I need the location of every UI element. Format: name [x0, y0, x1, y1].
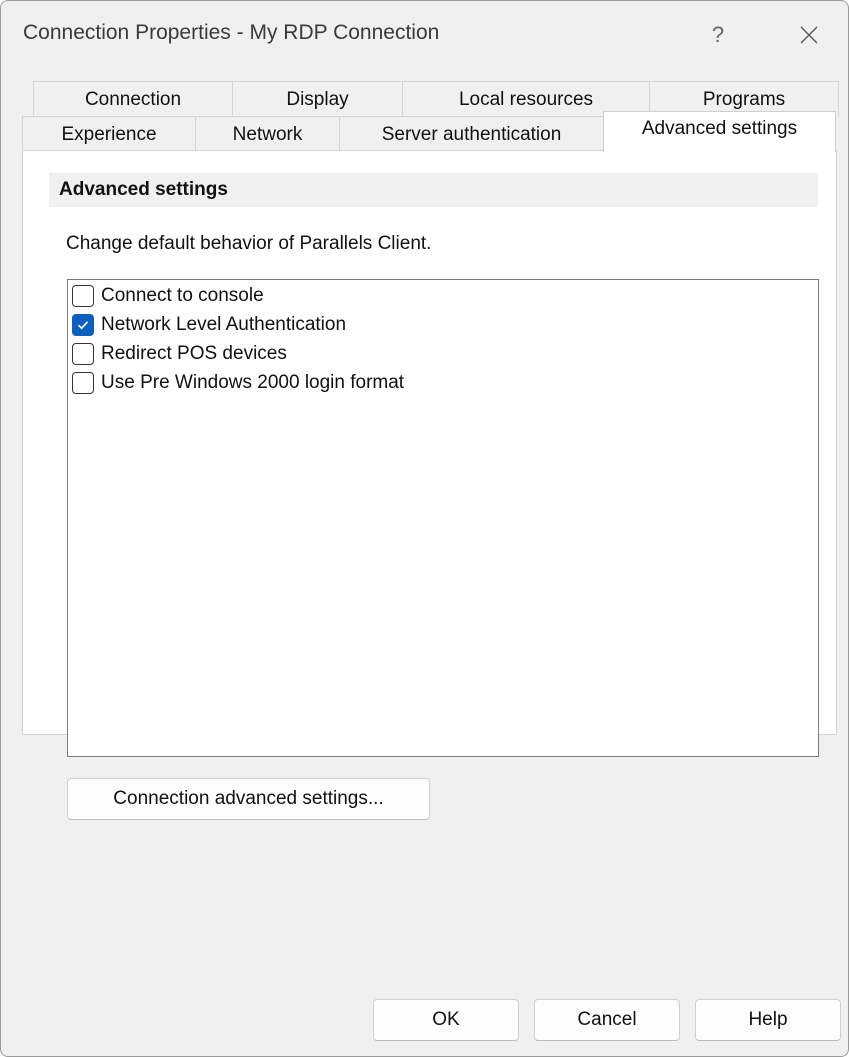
option-redirect-pos-devices[interactable]: Redirect POS devices	[72, 340, 287, 368]
close-icon	[800, 26, 818, 44]
help-title-button[interactable]: ?	[691, 7, 745, 63]
close-button[interactable]	[782, 7, 836, 63]
cancel-button[interactable]: Cancel	[534, 999, 680, 1041]
option-network-level-authentication[interactable]: Network Level Authentication	[72, 311, 346, 339]
tab-advanced-settings[interactable]: Advanced settings	[603, 111, 836, 152]
option-connect-to-console[interactable]: Connect to console	[72, 282, 264, 310]
tab-panel-advanced-settings: Advanced settings Change default behavio…	[22, 150, 837, 820]
title-bar: Connection Properties - My RDP Connectio…	[1, 1, 848, 71]
ok-button[interactable]: OK	[373, 999, 519, 1041]
group-title: Advanced settings	[59, 179, 228, 200]
window-title: Connection Properties - My RDP Connectio…	[23, 21, 440, 44]
option-label: Use Pre Windows 2000 login format	[101, 372, 405, 393]
option-label: Connect to console	[101, 285, 264, 306]
description-text: Change default behavior of Parallels Cli…	[66, 233, 432, 254]
checkmark-icon	[77, 321, 89, 330]
dialog-window: Connection Properties - My RDP Connectio…	[0, 0, 849, 1057]
option-label: Network Level Authentication	[101, 314, 347, 335]
option-pre-windows-2000-login[interactable]: Use Pre Windows 2000 login format	[72, 369, 404, 397]
tab-label: Server authentication	[381, 124, 562, 145]
question-icon: ?	[711, 22, 725, 47]
help-button[interactable]: Help	[695, 999, 841, 1041]
option-label: Redirect POS devices	[101, 343, 287, 364]
tab-connection[interactable]: Connection	[33, 81, 233, 117]
tab-label: Local resources	[458, 89, 594, 110]
tab-label: Experience	[61, 124, 157, 145]
tab-display[interactable]: Display	[232, 81, 403, 117]
tab-label: Display	[286, 89, 349, 110]
tab-label: Network	[232, 124, 303, 145]
checkbox[interactable]	[72, 314, 94, 336]
checkbox[interactable]	[72, 343, 94, 365]
tab-label: Programs	[702, 89, 786, 110]
options-checklist[interactable]: Connect to console Network Level Authent…	[67, 279, 819, 757]
tab-experience[interactable]: Experience	[22, 116, 196, 152]
checkbox[interactable]	[72, 372, 94, 394]
connection-advanced-settings-button[interactable]: Connection advanced settings...	[67, 778, 430, 820]
checkbox[interactable]	[72, 285, 94, 307]
tab-label: Connection	[84, 89, 182, 110]
tab-label: Advanced settings	[641, 118, 798, 139]
group-header: Advanced settings	[49, 173, 818, 207]
tab-network[interactable]: Network	[195, 116, 340, 152]
tab-server-authentication[interactable]: Server authentication	[339, 116, 604, 152]
